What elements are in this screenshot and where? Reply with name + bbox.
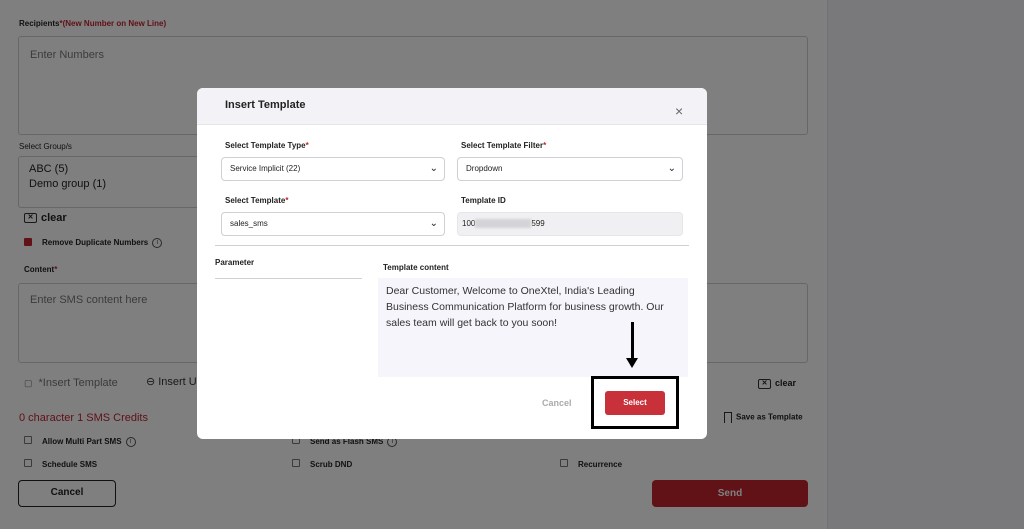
template-type-select[interactable]: Service Implicit (22) ⌄ — [221, 157, 445, 181]
template-select[interactable]: sales_sms ⌄ — [221, 212, 445, 236]
parameter-label: Parameter — [215, 258, 255, 267]
template-label: Select Template* — [225, 196, 289, 205]
parameter-underline — [215, 278, 362, 279]
arrow-down-icon — [631, 322, 634, 360]
template-filter-label: Select Template Filter* — [461, 141, 547, 150]
template-id-label: Template ID — [461, 196, 506, 205]
chevron-down-icon: ⌄ — [429, 163, 438, 174]
modal-title: Insert Template — [225, 99, 306, 111]
template-id-field: 100 599 — [457, 212, 683, 236]
template-id-suffix: 599 — [531, 219, 545, 228]
template-value: sales_sms — [230, 219, 268, 228]
insert-template-modal: Insert Template × Select Template Type* … — [197, 88, 707, 439]
close-icon[interactable]: × — [675, 104, 683, 118]
template-type-label: Select Template Type* — [225, 141, 309, 150]
template-filter-value: Dropdown — [466, 164, 503, 173]
section-divider — [215, 245, 689, 246]
template-filter-select[interactable]: Dropdown ⌄ — [457, 157, 683, 181]
chevron-down-icon: ⌄ — [429, 218, 438, 229]
modal-header: Insert Template × — [197, 88, 707, 125]
redacted-id — [475, 219, 532, 229]
chevron-down-icon: ⌄ — [667, 163, 676, 174]
template-type-value: Service Implicit (22) — [230, 164, 301, 173]
arrow-head — [626, 358, 638, 368]
modal-cancel-button[interactable]: Cancel — [542, 398, 572, 408]
template-id-prefix: 100 — [462, 219, 476, 228]
select-button[interactable]: Select — [605, 391, 665, 415]
template-content-label: Template content — [383, 263, 449, 272]
template-content-preview: Dear Customer, Welcome to OneXtel, India… — [378, 278, 688, 377]
